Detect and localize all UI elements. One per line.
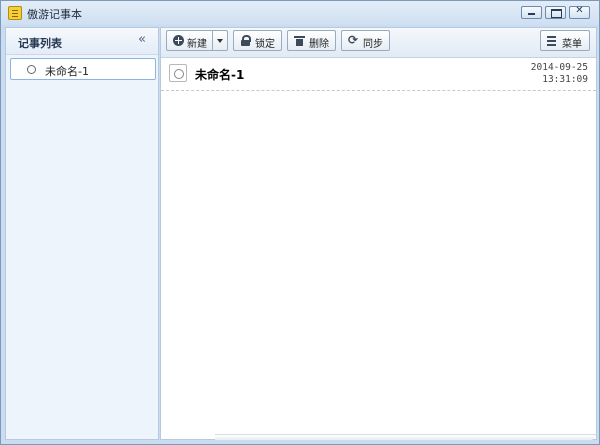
note-time: 13:31:09: [542, 74, 588, 85]
circle-icon: [27, 65, 36, 74]
refresh-icon: ⟳: [348, 33, 359, 47]
window-title: 傲游记事本: [27, 8, 82, 21]
close-button[interactable]: [569, 5, 590, 19]
trash-icon: [294, 35, 305, 46]
sidebar-header: 记事列表 «: [6, 28, 158, 55]
lock-button-label: 锁定: [255, 39, 275, 50]
new-dropdown-button[interactable]: [212, 30, 228, 51]
menu-button-label: 菜单: [562, 39, 582, 50]
new-button-label: 新建: [187, 39, 207, 50]
plus-circle-icon: [173, 35, 184, 46]
app-window: 傲游记事本 记事列表 « 未命名-1 新建 锁定: [0, 0, 600, 445]
notepad-icon: [8, 6, 22, 20]
maximize-button[interactable]: [545, 6, 566, 19]
menu-button[interactable]: 菜单: [540, 30, 590, 51]
note-date: 2014-09-25: [530, 62, 588, 73]
lock-icon: [240, 35, 251, 46]
note-list-sidebar: 记事列表 « 未命名-1: [5, 27, 159, 440]
delete-button[interactable]: 删除: [287, 30, 336, 51]
sidebar-item-label: 未命名-1: [45, 65, 89, 78]
sidebar-title: 记事列表: [18, 37, 62, 50]
sync-button[interactable]: ⟳ 同步: [341, 30, 390, 51]
toolbar: 新建 锁定 删除 ⟳ 同步 菜单: [161, 28, 596, 58]
title-bar[interactable]: 傲游记事本: [1, 1, 599, 25]
main-panel: 新建 锁定 删除 ⟳ 同步 菜单 未命名-1 2014-09-25 13:31:…: [160, 27, 597, 440]
sidebar-item-note[interactable]: 未命名-1: [10, 58, 156, 80]
page-edge: [215, 434, 596, 440]
note-row[interactable]: 未命名-1 2014-09-25 13:31:09: [161, 58, 596, 91]
delete-button-label: 删除: [309, 39, 329, 50]
note-title: 未命名-1: [195, 68, 245, 82]
caret-down-icon: [217, 39, 223, 43]
double-chevron-left-icon[interactable]: «: [138, 32, 146, 47]
note-select-checkbox[interactable]: [169, 64, 187, 82]
new-button[interactable]: 新建: [166, 30, 213, 51]
note-timestamp: 2014-09-25 13:31:09: [531, 62, 588, 86]
sync-button-label: 同步: [363, 39, 383, 50]
lock-button[interactable]: 锁定: [233, 30, 282, 51]
minimize-button[interactable]: [521, 6, 542, 19]
list-icon: [547, 36, 556, 46]
